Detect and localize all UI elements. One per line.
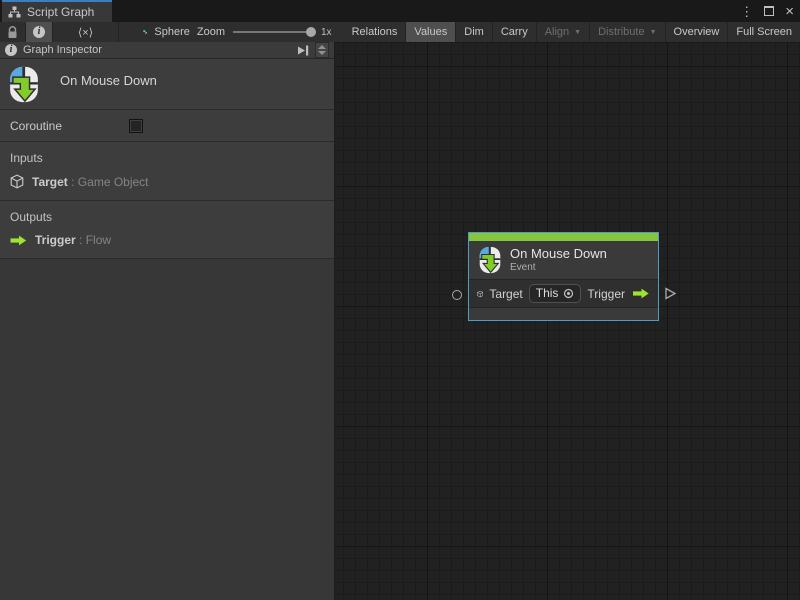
on-mouse-down-node[interactable]: On Mouse Down Event Target This Tr <box>468 232 659 321</box>
edit-graph-button[interactable]: ⟨×⟩ <box>53 22 119 42</box>
node-input-label: Target <box>489 287 522 301</box>
zoom-slider-handle[interactable] <box>306 27 316 37</box>
scroll-down-icon[interactable] <box>318 51 326 55</box>
mouse-down-icon <box>9 66 39 103</box>
info-icon: i <box>5 44 17 56</box>
input-port-type: : Game Object <box>71 175 148 189</box>
button-label: Align <box>545 26 569 38</box>
toolbar-button-distribute[interactable]: Distribute ▼ <box>590 22 665 42</box>
coroutine-row: Coroutine <box>0 110 334 142</box>
outputs-header: Outputs <box>10 210 324 224</box>
chevron-down-icon: ▼ <box>574 29 581 36</box>
scroll-up-icon[interactable] <box>318 45 326 49</box>
inspector-empty-area <box>0 259 334 600</box>
output-port-row: Trigger : Flow <box>10 233 324 247</box>
coroutine-checkbox[interactable] <box>129 119 143 133</box>
toolbar-button-align[interactable]: Align ▼ <box>537 22 590 42</box>
script-graph-asset-icon <box>143 25 147 39</box>
game-object-cube-icon <box>10 174 24 189</box>
info-icon: i <box>33 26 45 38</box>
button-label: Values <box>414 26 447 38</box>
node-input-port[interactable] <box>452 290 462 300</box>
inspector-event-header: On Mouse Down <box>0 59 334 110</box>
node-header[interactable]: On Mouse Down Event <box>469 241 658 279</box>
panel-scroller[interactable] <box>315 42 329 58</box>
window-tab-bar: Script Graph ⋮ × <box>0 0 800 22</box>
toolbar-button-values[interactable]: Values <box>406 22 456 42</box>
lock-button[interactable] <box>0 22 26 42</box>
button-label: Carry <box>501 26 528 38</box>
node-subtitle: Event <box>510 262 607 274</box>
node-title: On Mouse Down <box>510 246 607 262</box>
graph-context-segment: Sphere Zoom 1x <box>119 22 344 42</box>
inspector-title-bar: i Graph Inspector <box>0 42 334 59</box>
zoom-control: Zoom 1x <box>197 26 344 38</box>
flow-arrow-icon <box>632 288 650 299</box>
toolbar-button-overview[interactable]: Overview <box>666 22 729 42</box>
inspector-toggle-button[interactable]: i <box>26 22 53 42</box>
inspector-title: Graph Inspector <box>23 44 102 56</box>
node-port-row: Target This Trigger <box>469 279 658 308</box>
mouse-down-icon <box>479 246 501 274</box>
tab-script-graph[interactable]: Script Graph <box>2 0 112 22</box>
zoom-slider[interactable] <box>233 31 313 33</box>
game-object-cube-icon <box>477 287 483 301</box>
graph-hierarchy-icon <box>8 6 21 18</box>
node-footer <box>469 308 658 320</box>
tab-title: Script Graph <box>27 5 94 19</box>
button-label: Relations <box>352 26 398 38</box>
chevron-down-icon: ▼ <box>650 29 657 36</box>
button-label: Full Screen <box>736 26 792 38</box>
dock-panel-icon[interactable] <box>297 45 309 56</box>
target-value: This <box>536 286 559 300</box>
main-area: i Graph Inspector On Mouse Down <box>0 42 800 600</box>
outputs-section: Outputs Trigger : Flow <box>0 201 334 259</box>
graph-canvas[interactable]: On Mouse Down Event Target This Tr <box>335 42 800 600</box>
node-output-port[interactable] <box>664 287 677 300</box>
node-output-group: Trigger <box>587 287 650 301</box>
object-picker-icon[interactable] <box>563 288 574 299</box>
window-controls: ⋮ × <box>740 0 794 22</box>
output-port-type: : Flow <box>79 233 111 247</box>
zoom-value: 1x <box>321 27 332 38</box>
maximize-icon[interactable] <box>764 6 774 16</box>
graph-toolbar: i ⟨×⟩ Sphere Zoom 1x Relations Values Di… <box>0 22 800 42</box>
toolbar-button-dim[interactable]: Dim <box>456 22 493 42</box>
input-port-name: Target <box>32 175 68 189</box>
inputs-section: Inputs Target : Game Object <box>0 142 334 201</box>
lock-icon <box>7 26 18 39</box>
zoom-label: Zoom <box>197 26 225 38</box>
code-icon: ⟨×⟩ <box>78 26 93 39</box>
flow-arrow-icon <box>10 235 27 246</box>
node-output-label: Trigger <box>587 287 625 301</box>
input-port-row: Target : Game Object <box>10 174 324 189</box>
button-label: Distribute <box>598 26 644 38</box>
inspector-event-title: On Mouse Down <box>60 73 157 88</box>
toolbar-button-carry[interactable]: Carry <box>493 22 537 42</box>
output-port-name: Trigger <box>35 233 76 247</box>
inputs-header: Inputs <box>10 151 324 165</box>
close-icon[interactable]: × <box>785 4 794 19</box>
target-value-field[interactable]: This <box>529 284 582 303</box>
kebab-menu-icon[interactable]: ⋮ <box>740 5 753 18</box>
graph-inspector-panel: i Graph Inspector On Mouse Down <box>0 42 335 600</box>
event-accent-bar <box>469 233 658 241</box>
toolbar-button-relations[interactable]: Relations <box>344 22 407 42</box>
coroutine-label: Coroutine <box>10 119 62 133</box>
toolbar-button-full-screen[interactable]: Full Screen <box>728 22 800 42</box>
button-label: Overview <box>674 26 720 38</box>
button-label: Dim <box>464 26 484 38</box>
graph-object-name: Sphere <box>154 26 189 38</box>
